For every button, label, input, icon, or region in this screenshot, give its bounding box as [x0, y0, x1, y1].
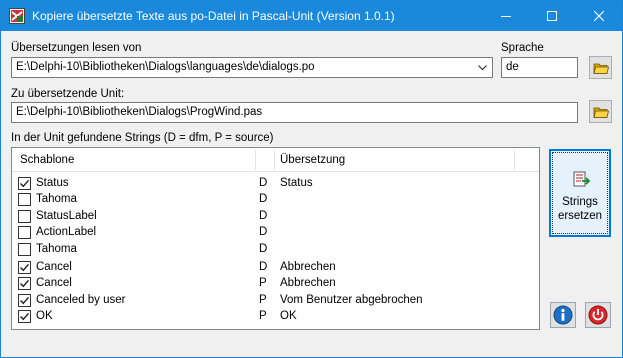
- template-text: Status: [36, 177, 69, 189]
- row-checkbox[interactable]: [18, 226, 31, 239]
- window-title: Kopiere übersetzte Texte aus po-Datei in…: [32, 9, 395, 23]
- row-checkbox[interactable]: [18, 210, 31, 223]
- list-item[interactable]: Status D Status: [12, 176, 539, 193]
- column-separator[interactable]: [274, 150, 275, 170]
- minimize-button[interactable]: [483, 1, 529, 31]
- language-value: de: [506, 61, 519, 73]
- source-type: D: [259, 193, 268, 205]
- language-input[interactable]: de: [501, 57, 578, 78]
- column-header-translation[interactable]: Übersetzung: [280, 154, 345, 166]
- checkmark-icon: [20, 263, 30, 272]
- exit-button[interactable]: [585, 302, 611, 328]
- source-type: D: [259, 210, 268, 222]
- row-checkbox[interactable]: [18, 310, 31, 323]
- column-separator[interactable]: [514, 150, 515, 170]
- minimize-icon: [501, 16, 511, 17]
- power-icon: [588, 305, 608, 325]
- unit-path-input[interactable]: E:\Delphi-10\Bibliotheken\Dialogs\ProgWi…: [11, 102, 578, 123]
- main-window: Kopiere übersetzte Texte aus po-Datei in…: [0, 0, 623, 358]
- template-text: Tahoma: [36, 243, 77, 255]
- row-checkbox[interactable]: [18, 277, 31, 290]
- list-item[interactable]: Tahoma D: [12, 242, 539, 259]
- row-checkbox[interactable]: [18, 294, 31, 307]
- checkmark-icon: [20, 179, 30, 188]
- folder-open-icon: [592, 63, 609, 74]
- translation-text: OK: [280, 310, 297, 322]
- column-header-template[interactable]: Schablone: [20, 154, 74, 166]
- list-item[interactable]: Cancel D Abbrechen: [12, 260, 539, 277]
- list-item[interactable]: StatusLabel D: [12, 209, 539, 226]
- title-bar[interactable]: Kopiere übersetzte Texte aus po-Datei in…: [1, 1, 622, 31]
- checkmark-icon: [20, 279, 30, 288]
- row-checkbox[interactable]: [18, 177, 31, 190]
- source-type: D: [259, 226, 268, 238]
- source-type: D: [259, 177, 268, 189]
- close-button[interactable]: [576, 1, 622, 31]
- column-separator[interactable]: [255, 150, 256, 170]
- row-checkbox[interactable]: [18, 261, 31, 274]
- unit-label: Zu übersetzende Unit:: [11, 88, 125, 100]
- po-file-label: Übersetzungen lesen von: [11, 42, 142, 54]
- translation-text: Abbrechen: [280, 261, 336, 273]
- source-type: P: [259, 277, 267, 289]
- template-text: OK: [36, 310, 53, 322]
- list-header: Schablone Übersetzung: [12, 148, 539, 172]
- checkmark-icon: [20, 312, 30, 321]
- translation-text: Status: [280, 177, 313, 189]
- source-type: D: [259, 261, 268, 273]
- po-file-combobox[interactable]: E:\Delphi-10\Bibliotheken\Dialogs\langua…: [11, 57, 493, 78]
- app-icon: [9, 8, 25, 24]
- list-item[interactable]: Canceled by user P Vom Benutzer abgebroc…: [12, 293, 539, 310]
- browse-po-button[interactable]: [589, 56, 612, 79]
- maximize-icon: [547, 11, 557, 21]
- maximize-button[interactable]: [529, 1, 575, 31]
- source-type: P: [259, 294, 267, 306]
- folder-open-icon: [592, 107, 609, 118]
- info-icon: [553, 305, 573, 325]
- chevron-down-icon: [478, 64, 487, 70]
- unit-path: E:\Delphi-10\Bibliotheken\Dialogs\ProgWi…: [16, 106, 263, 118]
- row-checkbox[interactable]: [18, 243, 31, 256]
- replace-label-line1: Strings: [562, 196, 598, 208]
- language-label: Sprache: [501, 42, 544, 54]
- list-item[interactable]: OK P OK: [12, 309, 539, 326]
- template-text: Cancel: [36, 277, 72, 289]
- po-file-path: E:\Delphi-10\Bibliotheken\Dialogs\langua…: [16, 61, 315, 73]
- strings-list[interactable]: Schablone Übersetzung Status D Status Ta…: [11, 147, 540, 330]
- list-item[interactable]: Cancel P Abbrechen: [12, 276, 539, 293]
- row-checkbox[interactable]: [18, 193, 31, 206]
- template-text: Cancel: [36, 261, 72, 273]
- combo-dropdown-button[interactable]: [475, 60, 490, 75]
- template-text: Tahoma: [36, 193, 77, 205]
- browse-unit-button[interactable]: [589, 100, 612, 123]
- replace-strings-button[interactable]: Strings ersetzen: [549, 149, 611, 237]
- template-text: StatusLabel: [36, 210, 97, 222]
- template-text: ActionLabel: [36, 226, 97, 238]
- translation-text: Abbrechen: [280, 277, 336, 289]
- template-text: Canceled by user: [36, 294, 126, 306]
- source-type: D: [259, 243, 268, 255]
- replace-strings-label: Strings ersetzen: [551, 195, 609, 223]
- list-item[interactable]: ActionLabel D: [12, 225, 539, 242]
- replace-label-line2: ersetzen: [557, 210, 603, 222]
- strings-replace-icon: [573, 171, 591, 187]
- checkmark-icon: [20, 296, 30, 305]
- source-type: P: [259, 310, 267, 322]
- strings-label: In der Unit gefundene Strings (D = dfm, …: [11, 132, 274, 144]
- info-button[interactable]: [550, 302, 576, 328]
- close-icon: [594, 11, 604, 21]
- translation-text: Vom Benutzer abgebrochen: [280, 294, 423, 306]
- list-item[interactable]: Tahoma D: [12, 192, 539, 209]
